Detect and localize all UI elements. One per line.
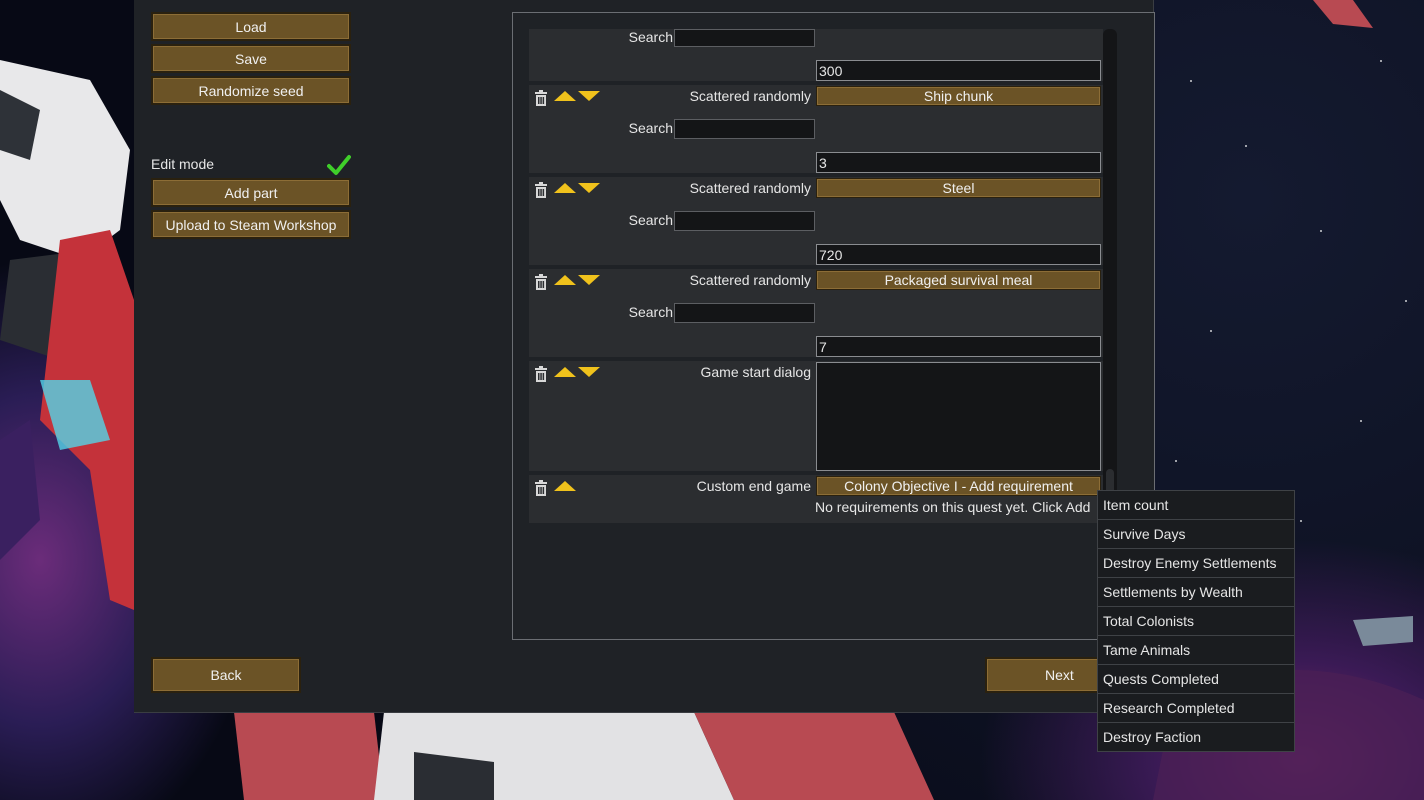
checkmark-icon[interactable] bbox=[327, 154, 351, 176]
part-type-label: Scattered randomly bbox=[689, 272, 811, 288]
add-requirement-button[interactable]: Colony Objective I - Add requirement bbox=[816, 476, 1101, 496]
no-requirements-hint: No requirements on this quest yet. Click… bbox=[815, 499, 1091, 515]
scenario-editor-window: Load Save Randomize seed Edit mode Add p… bbox=[134, 0, 1155, 713]
upload-workshop-button[interactable]: Upload to Steam Workshop bbox=[151, 210, 351, 239]
menu-item-settlements-by-wealth[interactable]: Settlements by Wealth bbox=[1098, 578, 1294, 607]
search-label: Search bbox=[628, 120, 673, 136]
part-row-ship-chunk: Scattered randomly Ship chunk Search 3 bbox=[529, 81, 1103, 173]
part-type-label: Scattered randomly bbox=[689, 88, 811, 104]
menu-item-quests-completed[interactable]: Quests Completed bbox=[1098, 665, 1294, 694]
arrow-down-icon[interactable] bbox=[578, 367, 600, 377]
menu-item-destroy-enemy-settlements[interactable]: Destroy Enemy Settlements bbox=[1098, 549, 1294, 578]
trash-icon[interactable] bbox=[534, 480, 548, 496]
search-input[interactable] bbox=[674, 119, 815, 139]
arrow-up-icon[interactable] bbox=[554, 481, 576, 491]
count-input[interactable]: 3 bbox=[816, 152, 1101, 173]
part-row-top: Search 300 bbox=[529, 29, 1103, 81]
item-select-button[interactable]: Steel bbox=[816, 178, 1101, 198]
search-label: Search bbox=[628, 304, 673, 320]
part-row-steel: Scattered randomly Steel Search 720 bbox=[529, 173, 1103, 265]
part-type-label: Custom end game bbox=[696, 478, 811, 494]
trash-icon[interactable] bbox=[534, 90, 548, 106]
arrow-down-icon[interactable] bbox=[578, 275, 600, 285]
back-button[interactable]: Back bbox=[151, 657, 301, 693]
count-input[interactable]: 7 bbox=[816, 336, 1101, 357]
scenario-parts-panel: Search 300 Scattered randomly Ship chunk… bbox=[512, 12, 1155, 640]
arrow-down-icon[interactable] bbox=[578, 183, 600, 193]
add-part-button[interactable]: Add part bbox=[151, 178, 351, 207]
menu-item-survive-days[interactable]: Survive Days bbox=[1098, 520, 1294, 549]
part-row-custom-end-game: Custom end game Colony Objective I - Add… bbox=[529, 471, 1103, 523]
menu-item-destroy-faction[interactable]: Destroy Faction bbox=[1098, 723, 1294, 751]
part-type-label: Game start dialog bbox=[700, 364, 812, 380]
menu-item-total-colonists[interactable]: Total Colonists bbox=[1098, 607, 1294, 636]
randomize-seed-button[interactable]: Randomize seed bbox=[151, 76, 351, 105]
menu-item-item-count[interactable]: Item count bbox=[1098, 491, 1294, 520]
save-button[interactable]: Save bbox=[151, 44, 351, 73]
item-select-button[interactable]: Ship chunk bbox=[816, 86, 1101, 106]
search-input[interactable] bbox=[674, 29, 815, 47]
trash-icon[interactable] bbox=[534, 274, 548, 290]
search-label: Search bbox=[628, 212, 673, 228]
arrow-up-icon[interactable] bbox=[554, 183, 576, 193]
count-input[interactable]: 720 bbox=[816, 244, 1101, 265]
parts-scrollbar[interactable] bbox=[1103, 29, 1117, 519]
arrow-up-icon[interactable] bbox=[554, 91, 576, 101]
arrow-down-icon[interactable] bbox=[578, 91, 600, 101]
dialog-textarea[interactable] bbox=[816, 362, 1101, 471]
menu-item-tame-animals[interactable]: Tame Animals bbox=[1098, 636, 1294, 665]
part-type-label: Scattered randomly bbox=[689, 180, 811, 196]
search-label: Search bbox=[628, 29, 673, 45]
part-row-meal: Scattered randomly Packaged survival mea… bbox=[529, 265, 1103, 357]
trash-icon[interactable] bbox=[534, 182, 548, 198]
arrow-up-icon[interactable] bbox=[554, 367, 576, 377]
load-button[interactable]: Load bbox=[151, 12, 351, 41]
item-select-button[interactable]: Packaged survival meal bbox=[816, 270, 1101, 290]
arrow-up-icon[interactable] bbox=[554, 275, 576, 285]
count-input[interactable]: 300 bbox=[816, 60, 1101, 81]
character-art-left bbox=[0, 0, 134, 800]
menu-item-research-completed[interactable]: Research Completed bbox=[1098, 694, 1294, 723]
edit-mode-label: Edit mode bbox=[151, 156, 215, 172]
requirement-dropdown-menu: Item count Survive Days Destroy Enemy Se… bbox=[1097, 490, 1295, 752]
part-row-game-start-dialog: Game start dialog bbox=[529, 357, 1103, 475]
search-input[interactable] bbox=[674, 211, 815, 231]
trash-icon[interactable] bbox=[534, 366, 548, 382]
search-input[interactable] bbox=[674, 303, 815, 323]
character-art-bottom bbox=[134, 712, 1153, 800]
